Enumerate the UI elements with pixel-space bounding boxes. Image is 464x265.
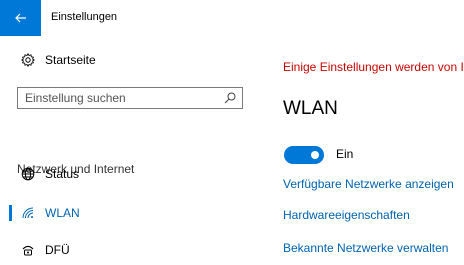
toggle-knob [311,151,319,159]
sidebar-item-label: DFÜ [45,243,70,257]
wlan-toggle[interactable] [284,146,324,164]
search-input[interactable] [18,88,225,108]
window-title: Einstellungen [51,11,118,23]
title-bar: Einstellungen [0,0,464,36]
toggle-state-label: Ein [336,147,354,161]
dialup-icon [20,242,36,258]
main-content: Einige Einstellungen werden von Ih WLAN … [256,36,464,261]
search-icon[interactable] [224,92,236,104]
settings-search-box[interactable] [17,87,243,109]
globe-icon [20,166,36,182]
sidebar: Startseite Netzwerk und Internet Status [0,36,256,261]
manage-known-networks-link[interactable]: Bekannte Netzwerke verwalten [283,241,448,255]
back-arrow-icon [14,13,26,23]
policy-warning: Einige Einstellungen werden von Ih [283,60,464,74]
sidebar-item-status[interactable]: Status [0,159,256,189]
sidebar-item-home[interactable]: Startseite [0,45,256,75]
sidebar-item-label: Startseite [45,53,96,67]
gear-icon [20,52,36,68]
sidebar-item-label: Status [45,167,80,181]
sidebar-item-wlan[interactable]: WLAN [0,198,256,228]
active-indicator [9,205,12,221]
show-available-networks-link[interactable]: Verfügbare Netzwerke anzeigen [283,177,454,191]
sidebar-item-label: WLAN [45,206,80,220]
hardware-properties-link[interactable]: Hardwareeigenschaften [283,208,410,222]
wifi-icon [20,205,36,221]
page-title: WLAN [283,98,338,119]
back-button[interactable] [0,0,41,36]
